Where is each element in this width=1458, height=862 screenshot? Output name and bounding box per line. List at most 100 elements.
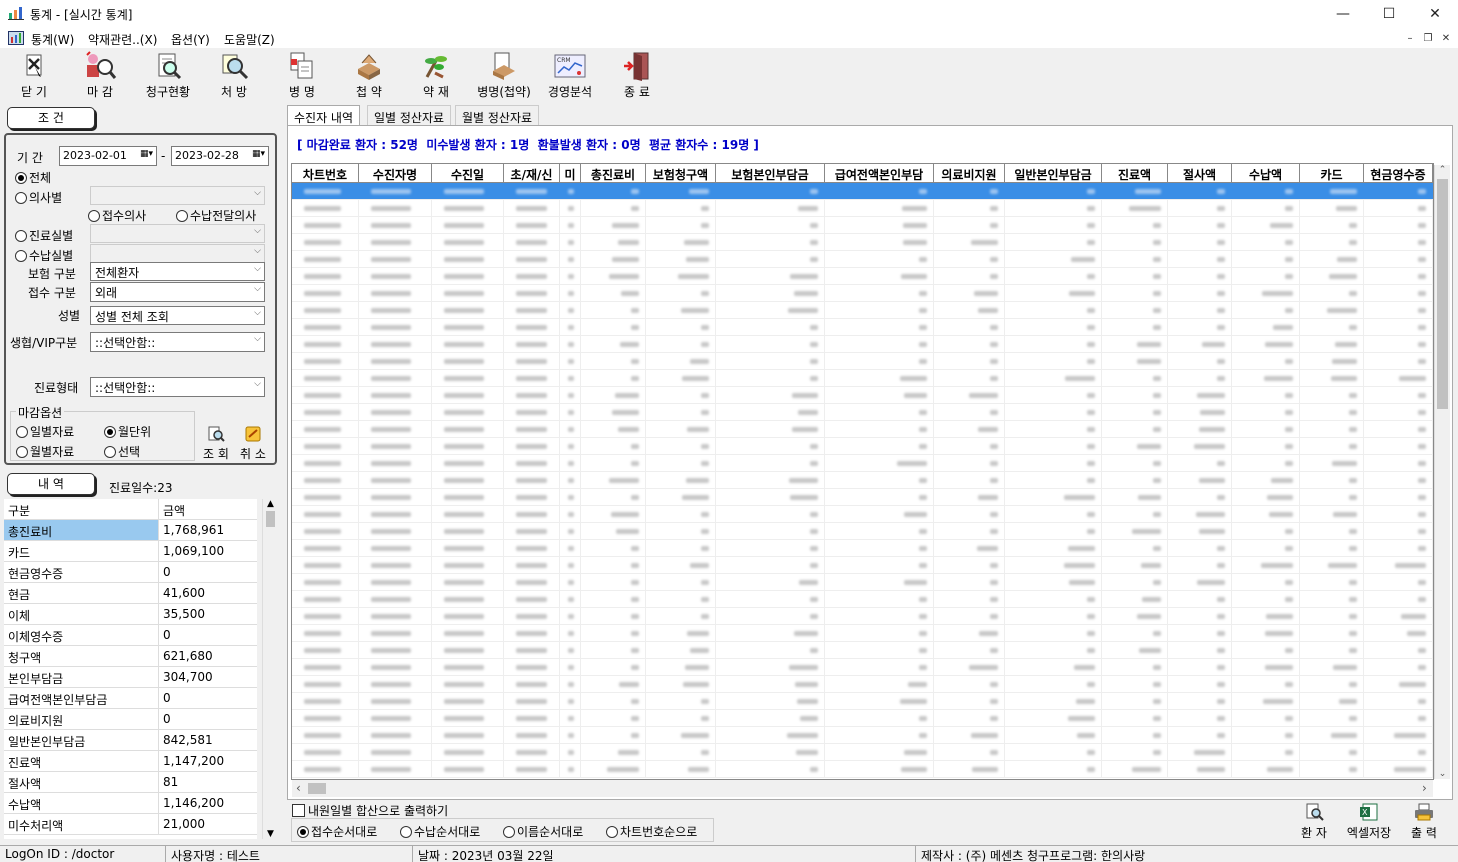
grid-row[interactable] bbox=[292, 353, 1433, 370]
radio-all[interactable]: 전체 bbox=[15, 169, 51, 186]
date-to-picker[interactable]: 2023-02-28 ▦▾ bbox=[171, 146, 269, 166]
radio-monthly[interactable]: 월별자료 bbox=[16, 443, 74, 460]
grid-column-header[interactable]: 총진료비 bbox=[581, 164, 646, 182]
close-window-button[interactable]: ✕ bbox=[1412, 0, 1458, 28]
grid-row[interactable] bbox=[292, 574, 1433, 591]
menu-help[interactable]: 도움말(Z) bbox=[224, 31, 275, 48]
conditions-header[interactable]: 조 건 bbox=[7, 107, 95, 129]
grid-column-header[interactable]: 진료액 bbox=[1102, 164, 1168, 182]
summary-row[interactable]: 미수처리액 21,000 bbox=[4, 814, 257, 835]
toolbar-exit-button[interactable]: 종 료 bbox=[605, 51, 669, 101]
summary-row[interactable]: 절사액 81 bbox=[4, 772, 257, 793]
grid-row[interactable] bbox=[292, 336, 1433, 353]
reception-select[interactable]: 외래 ⌵ bbox=[90, 282, 265, 302]
radio-sort-payment[interactable]: 수납순서대로 bbox=[400, 823, 480, 840]
mdi-close-button[interactable]: ✕ bbox=[1438, 31, 1454, 45]
grid-row[interactable] bbox=[292, 183, 1433, 200]
grid-row[interactable] bbox=[292, 557, 1433, 574]
radio-month-unit[interactable]: 월단위 bbox=[104, 423, 151, 440]
insurance-select[interactable]: 전체환자 ⌵ bbox=[90, 262, 265, 281]
treat-room-select[interactable]: ⌵ bbox=[90, 224, 265, 243]
scroll-down-icon[interactable]: ⌄ bbox=[1435, 769, 1450, 779]
toolbar-analysis-button[interactable]: CRM 경영분석 bbox=[538, 51, 602, 101]
grid-column-header[interactable]: 수진자명 bbox=[359, 164, 432, 182]
grid-column-header[interactable]: 초/재/신 bbox=[504, 164, 560, 182]
form-select[interactable]: ::선택안함:: ⌵ bbox=[90, 377, 265, 397]
grid-column-header[interactable]: 현금영수증 bbox=[1364, 164, 1433, 182]
grid-row[interactable] bbox=[292, 710, 1433, 727]
summary-row[interactable]: 일반본인부담금 842,581 bbox=[4, 730, 257, 751]
grid-row[interactable] bbox=[292, 761, 1433, 778]
grid-row[interactable] bbox=[292, 387, 1433, 404]
scroll-right-icon[interactable]: › bbox=[1422, 781, 1427, 795]
minimize-button[interactable]: — bbox=[1320, 0, 1366, 28]
mdi-minimize-button[interactable]: – bbox=[1402, 31, 1418, 45]
grid-column-header[interactable]: 보험청구액 bbox=[646, 164, 716, 182]
query-button[interactable]: 조 회 bbox=[200, 426, 232, 461]
detail-header[interactable]: 내 역 bbox=[7, 473, 95, 495]
menu-stats[interactable]: 통계(W) bbox=[31, 31, 74, 48]
hscroll-thumb[interactable] bbox=[308, 783, 326, 794]
summary-row[interactable]: 이체 35,500 bbox=[4, 604, 257, 625]
scroll-left-icon[interactable]: ‹ bbox=[296, 781, 301, 795]
grid-column-header[interactable]: 수납액 bbox=[1232, 164, 1300, 182]
grid-row[interactable] bbox=[292, 489, 1433, 506]
grid-row[interactable] bbox=[292, 285, 1433, 302]
toolbar-herb-button[interactable]: 약 재 bbox=[404, 51, 468, 101]
summary-row[interactable]: 현금영수증 0 bbox=[4, 562, 257, 583]
summary-row[interactable]: 수납액 1,146,200 bbox=[4, 793, 257, 814]
cancel-button[interactable]: 취 소 bbox=[236, 426, 270, 461]
grid-row[interactable] bbox=[292, 268, 1433, 285]
radio-by-doctor[interactable]: 의사별 bbox=[15, 189, 62, 206]
menu-herbs[interactable]: 약재관련..(X) bbox=[88, 31, 157, 48]
date-from-picker[interactable]: 2023-02-01 ▦▾ bbox=[59, 146, 157, 166]
summary-row[interactable]: 카드 1,069,100 bbox=[4, 541, 257, 562]
radio-daily[interactable]: 일별자료 bbox=[16, 423, 74, 440]
summary-row[interactable]: 본인부담금 304,700 bbox=[4, 667, 257, 688]
doctor-select[interactable]: ⌵ bbox=[90, 186, 265, 205]
grid-row[interactable] bbox=[292, 540, 1433, 557]
grid-column-header[interactable]: 수진일 bbox=[432, 164, 504, 182]
grid-row[interactable] bbox=[292, 455, 1433, 472]
summary-row[interactable]: 현금 41,600 bbox=[4, 583, 257, 604]
menu-options[interactable]: 옵션(Y) bbox=[171, 31, 210, 48]
tab-monthly-settlement[interactable]: 월별 정산자료 bbox=[455, 105, 540, 126]
grid-row[interactable] bbox=[292, 625, 1433, 642]
radio-recv-doctor[interactable]: 접수의사 bbox=[88, 207, 146, 224]
print-button[interactable]: 출 력 bbox=[1404, 803, 1444, 840]
radio-sort-reception[interactable]: 접수순서대로 bbox=[297, 823, 377, 840]
grid-row[interactable] bbox=[292, 302, 1433, 319]
grid-row[interactable] bbox=[292, 421, 1433, 438]
maximize-button[interactable]: ☐ bbox=[1366, 0, 1412, 28]
summary-row[interactable]: 총진료비 1,768,961 bbox=[4, 520, 257, 541]
radio-select[interactable]: 선택 bbox=[104, 443, 140, 460]
scroll-thumb[interactable] bbox=[1437, 179, 1448, 409]
scroll-up-icon[interactable]: ⌃ bbox=[1435, 165, 1450, 175]
grid-column-header[interactable]: 절사액 bbox=[1168, 164, 1232, 182]
toolbar-deadline-button[interactable]: 마 감 bbox=[68, 51, 132, 101]
grid-row[interactable] bbox=[292, 370, 1433, 387]
sex-select[interactable]: 성별 전체 조회 ⌵ bbox=[90, 306, 265, 325]
grid-row[interactable] bbox=[292, 319, 1433, 336]
grid-row[interactable] bbox=[292, 404, 1433, 421]
grid-row[interactable] bbox=[292, 591, 1433, 608]
scroll-up-icon[interactable]: ▲ bbox=[263, 499, 278, 509]
grid-row[interactable] bbox=[292, 506, 1433, 523]
summary-row[interactable]: 급여전액본인부담금 0 bbox=[4, 688, 257, 709]
scroll-thumb[interactable] bbox=[266, 511, 275, 527]
grid-row[interactable] bbox=[292, 608, 1433, 625]
toolbar-disease-herbal-button[interactable]: 병명(첩약) bbox=[472, 51, 536, 101]
summary-row[interactable]: 청구액 621,680 bbox=[4, 646, 257, 667]
excel-save-button[interactable]: X 엑셀저장 bbox=[1342, 803, 1396, 840]
toolbar-disease-button[interactable]: 병 명 bbox=[270, 51, 334, 101]
vip-select[interactable]: ::선택안함:: ⌵ bbox=[90, 332, 265, 352]
tab-daily-settlement[interactable]: 일별 정산자료 bbox=[367, 105, 452, 126]
summary-row[interactable]: 의료비지원 0 bbox=[4, 709, 257, 730]
toolbar-prescription-button[interactable]: 처 방 bbox=[202, 51, 266, 101]
toolbar-herbal-button[interactable]: 첩 약 bbox=[337, 51, 401, 101]
tab-patient-list[interactable]: 수진자 내역 bbox=[287, 105, 361, 126]
grid-column-header[interactable]: 차트번호 bbox=[292, 164, 359, 182]
grid-row[interactable] bbox=[292, 472, 1433, 489]
grid-column-header[interactable]: 카드 bbox=[1300, 164, 1364, 182]
grid-row[interactable] bbox=[292, 676, 1433, 693]
